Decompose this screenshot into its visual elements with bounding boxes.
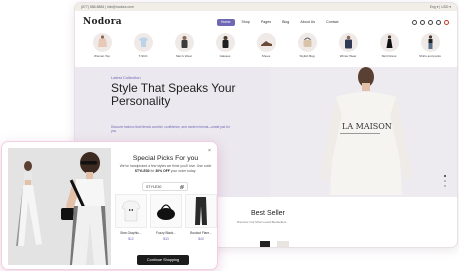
category-label: Glasses: [219, 54, 231, 58]
nav-blog[interactable]: Blog: [278, 19, 293, 26]
best-seller-subtitle: Discover Our Most Loved Bestsellers: [237, 220, 287, 224]
hero-title: Style That Speaks Your Personality: [111, 81, 236, 108]
tshirt-thumbnail: [133, 33, 153, 52]
product-price: $12: [128, 237, 134, 241]
category-item[interactable]: T-Shirt: [126, 33, 160, 67]
topbar-settings[interactable]: Eng ▾ | USD ▾: [430, 5, 451, 9]
compare-icon[interactable]: [428, 19, 433, 25]
skirt-dress-thumbnail: [379, 33, 399, 52]
category-label: Winter Wear: [339, 54, 357, 58]
popup-message: We've handpicked a few styles we think y…: [115, 164, 216, 173]
fuzzy-bag-image: [150, 194, 182, 228]
category-label: Shirts and pants: [419, 54, 441, 58]
wishlist-icon[interactable]: [436, 19, 441, 25]
nav-links: Home Shop Pages Blog About Us Contact: [216, 18, 343, 26]
nav-pages[interactable]: Pages: [257, 19, 275, 26]
inline-code: STYLE30: [134, 168, 150, 173]
product-picks: Bow Graphic... $12 Fuzzy Black... $33 Bo…: [115, 194, 217, 241]
category-label: Woman Top: [94, 54, 110, 58]
stylish-bag-thumbnail: [297, 33, 317, 52]
mens-wear-thumbnail: [174, 33, 194, 52]
category-item[interactable]: Shirts and pants: [413, 33, 447, 67]
main-nav: Nodora Home Shop Pages Blog About Us Con…: [75, 11, 457, 33]
nav-home[interactable]: Home: [216, 18, 235, 26]
shoes-thumbnail: [256, 33, 276, 52]
topbar: (877) 888-8866 | info@nodora.com Eng ▾ |…: [75, 3, 457, 11]
bootcut-pants-image: [185, 194, 217, 228]
popup-title: Special Picks For you: [132, 155, 199, 162]
carousel-dots: [444, 175, 446, 187]
product-price: $40: [198, 237, 204, 241]
site-logo[interactable]: Nodora: [83, 17, 122, 27]
coupon-code: STYLE30: [146, 184, 162, 189]
category-label: T-Shirt: [138, 54, 148, 58]
hero-model-image: LA MAISON: [320, 67, 412, 195]
hero-eyebrow: Latest Collection: [111, 75, 141, 80]
screenshot-stage: (877) 888-8866 | info@nodora.com Eng ▾ |…: [0, 0, 459, 271]
product-name: Fuzzy Black...: [156, 231, 176, 235]
hero-image-panel: LA MAISON: [270, 67, 457, 197]
nav-shop[interactable]: Shop: [238, 19, 254, 26]
carousel-dot[interactable]: [444, 180, 446, 182]
carousel-dot[interactable]: [444, 175, 446, 177]
product-preview-strip: [260, 241, 289, 247]
glasses-thumbnail: [215, 33, 235, 52]
category-item[interactable]: Skirt Dress: [372, 33, 406, 67]
topbar-contact: (877) 888-8866 | info@nodora.com: [81, 5, 134, 9]
product-card[interactable]: Bootcut Flare... $40: [185, 194, 217, 241]
category-item[interactable]: Winter Wear: [331, 33, 365, 67]
hoodie-print: LA MAISON: [342, 122, 392, 131]
category-item[interactable]: Men's Wear: [167, 33, 201, 67]
winter-wear-thumbnail: [338, 33, 358, 52]
category-item[interactable]: Woman Top: [85, 33, 119, 67]
special-picks-popup: × Special Picks For you We've handpicked…: [1, 141, 218, 270]
product-price: $33: [163, 237, 169, 241]
coupon-code-box[interactable]: STYLE30: [142, 182, 188, 191]
copy-icon[interactable]: [180, 184, 184, 189]
continue-shopping-button[interactable]: Continue Shopping: [137, 255, 189, 265]
best-seller-title: Best Seller: [251, 210, 285, 217]
hero-description: Discover fashion that blends comfort, co…: [111, 125, 230, 134]
nav-contact[interactable]: Contact: [322, 19, 342, 26]
header-icons: [412, 19, 449, 25]
product-name: Bootcut Flare...: [190, 231, 212, 235]
category-item[interactable]: Shoes: [249, 33, 283, 67]
category-row: Woman Top T-Shirt Men's Wear Glasses Sho…: [85, 33, 447, 67]
shirts-pants-thumbnail: [420, 33, 440, 52]
product-card[interactable]: Fuzzy Black... $33: [150, 194, 182, 241]
category-label: Stylish Bag: [299, 54, 315, 58]
cart-icon[interactable]: [444, 19, 449, 25]
product-name: Bow Graphic...: [120, 231, 142, 235]
message-text: We've handpicked a few styles we think y…: [119, 164, 212, 168]
nav-about[interactable]: About Us: [296, 19, 319, 26]
product-card[interactable]: Bow Graphic... $12: [115, 194, 147, 241]
carousel-dot[interactable]: [444, 185, 446, 187]
category-label: Shoes: [261, 54, 271, 58]
search-icon[interactable]: [412, 19, 417, 25]
popup-model-image: [8, 148, 111, 265]
category-label: Skirt Dress: [381, 54, 397, 58]
category-item[interactable]: Stylish Bag: [290, 33, 324, 67]
close-icon[interactable]: ×: [208, 148, 211, 154]
category-label: Men's Wear: [176, 54, 192, 58]
discount-text: 30% OFF: [155, 168, 170, 173]
bow-tshirt-image: [115, 194, 147, 228]
user-icon[interactable]: [420, 19, 425, 25]
woman-top-thumbnail: [92, 33, 112, 52]
category-item[interactable]: Glasses: [208, 33, 242, 67]
message-text: your order today.: [169, 168, 197, 173]
